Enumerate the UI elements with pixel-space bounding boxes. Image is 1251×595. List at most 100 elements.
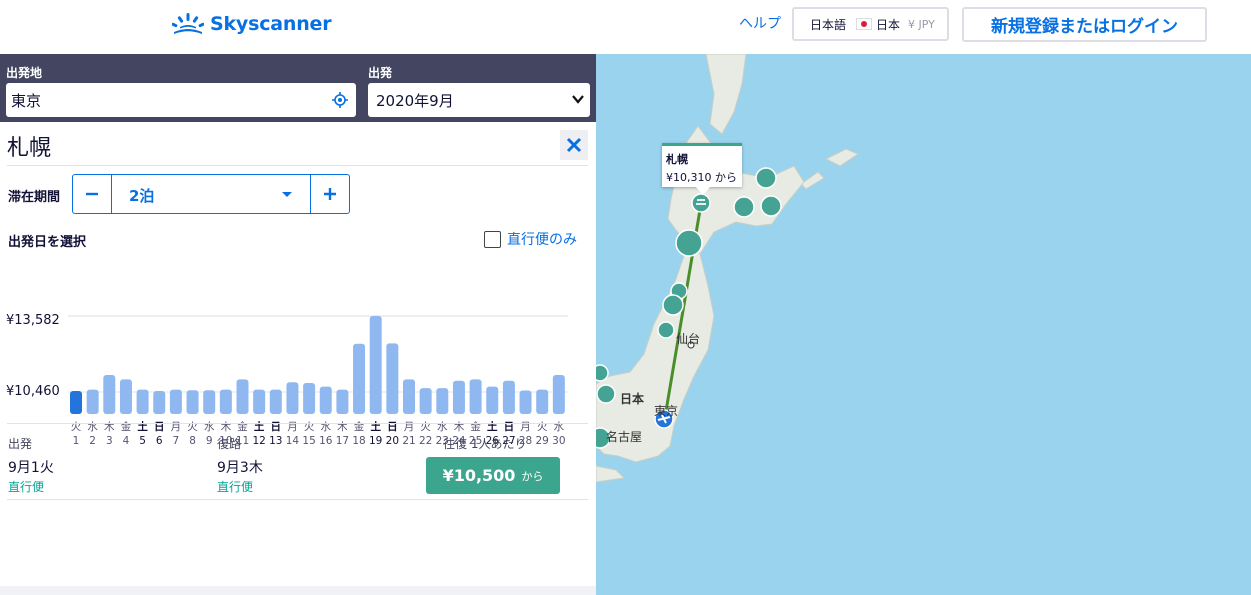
date-label: 5 [139, 435, 146, 447]
divider [7, 423, 588, 424]
date-label: 17 [336, 435, 349, 447]
stay-duration-label: 滞在期間 [8, 190, 61, 205]
map-label-sendai: 仙台 [676, 332, 701, 346]
country-label: 日本 [876, 17, 901, 32]
date-label: 19 [369, 435, 382, 447]
search-bar: 出発地 東京 出発 2020年9月 [0, 54, 596, 122]
divider [7, 165, 588, 166]
price-suffix: から [521, 469, 544, 483]
locate-icon[interactable] [332, 92, 348, 108]
weekday-label: 金 [121, 420, 132, 433]
japan-map [596, 54, 860, 483]
price-bar [236, 379, 249, 414]
currency-label: ¥ JPY [908, 17, 935, 31]
weekday-label: 金 [354, 420, 365, 433]
date-label: 13 [269, 435, 282, 447]
outbound-flight-type: 直行便 [8, 480, 45, 494]
date-label: 2 [89, 435, 96, 447]
date-label: 4 [123, 435, 130, 447]
price-bar [469, 379, 482, 414]
minus-icon [86, 192, 98, 196]
price-bar [536, 389, 549, 414]
price-bar [452, 380, 465, 414]
stay-duration-select[interactable]: 2泊 [112, 175, 310, 213]
tooltip-city: 札幌 [666, 153, 688, 166]
date-label: 7 [173, 435, 180, 447]
skyscanner-logo[interactable]: Skyscanner [172, 10, 332, 38]
price-button[interactable]: ¥10,500 から [426, 457, 560, 494]
price-bar [519, 390, 532, 414]
price-bar [369, 316, 382, 414]
weekday-label: 土 [487, 420, 498, 433]
top-header: Skyscanner ヘルプ 日本語 日本 ¥ JPY 新規登録またはログイン [0, 0, 1251, 54]
price-value: ¥10,500 [442, 466, 516, 485]
price-bar [303, 382, 316, 414]
price-per-person-label: 往復 1人あたり [443, 437, 527, 451]
help-link[interactable]: ヘルプ [739, 13, 781, 33]
date-label: 16 [319, 435, 333, 447]
return-label: 復路 [217, 437, 242, 451]
increase-stay-button[interactable] [310, 175, 349, 213]
panel-footer [0, 586, 596, 595]
close-icon [566, 137, 582, 153]
decrease-stay-button[interactable] [73, 175, 112, 213]
price-bar [436, 388, 449, 414]
date-label: 3 [106, 435, 113, 447]
price-bar [103, 374, 116, 414]
price-bar [502, 380, 515, 414]
login-button[interactable]: 新規登録またはログイン [962, 7, 1207, 42]
date-label: 18 [352, 435, 365, 447]
weekday-label: 土 [137, 420, 148, 433]
destination-title: 札幌 [7, 136, 52, 161]
price-bar [319, 386, 332, 414]
date-label: 29 [536, 435, 549, 447]
close-button[interactable] [560, 130, 588, 160]
price-bar [70, 391, 82, 414]
direct-only-checkbox[interactable] [484, 230, 501, 248]
sunrise-logo-icon [172, 13, 204, 34]
date-label: 1 [73, 435, 80, 447]
depart-label: 出発 [368, 66, 393, 80]
origin-value: 東京 [11, 92, 42, 110]
map-label-japan: 日本 [620, 392, 645, 406]
price-bar [119, 379, 132, 414]
price-bar [552, 374, 565, 414]
depart-month-select[interactable]: 2020年9月 [368, 83, 590, 117]
direct-only-label[interactable]: 直行便のみ [507, 229, 577, 249]
weekday-label: 土 [254, 420, 265, 433]
date-label: 14 [286, 435, 300, 447]
language-label: 日本語 [810, 17, 847, 32]
locale-selector-button[interactable]: 日本語 日本 ¥ JPY [792, 7, 949, 41]
outbound-date: 9月1火 [8, 460, 54, 476]
map-destination-tooltip[interactable]: 札幌 ¥10,310 から [662, 143, 742, 195]
origin-input[interactable]: 東京 [6, 83, 356, 117]
y-tick-label: ¥13,582 [6, 313, 60, 328]
price-bar [169, 389, 182, 414]
weekday-label: 金 [470, 420, 481, 433]
price-bar [186, 390, 199, 414]
date-label: 30 [552, 435, 565, 447]
price-bar [219, 389, 232, 414]
logo-text: Skyscanner [210, 13, 332, 35]
price-bar [353, 343, 366, 414]
price-bar [386, 343, 399, 414]
date-label: 22 [419, 435, 432, 447]
price-bar [153, 391, 166, 414]
return-date: 9月3木 [217, 460, 263, 476]
weekday-label: 金 [237, 420, 248, 433]
caret-down-icon [282, 192, 292, 197]
weekday-label: 土 [370, 420, 381, 433]
chevron-down-icon [572, 95, 584, 104]
depart-month-value: 2020年9月 [376, 92, 454, 110]
price-bar [253, 389, 266, 414]
date-label: 8 [189, 435, 196, 447]
origin-label: 出発地 [6, 66, 43, 80]
price-bar [269, 389, 282, 414]
price-bar-chart: ¥13,582¥10,460火1水2木3金4土5日6月7火8水9木10金11土1… [6, 313, 568, 447]
price-bar [486, 386, 499, 414]
direct-only-toggle[interactable]: 直行便のみ [484, 229, 577, 249]
divider [7, 499, 588, 500]
map-view[interactable]: 仙台 日本 東京 名古屋 [596, 54, 1251, 595]
map-label-tokyo: 東京 [654, 404, 679, 418]
date-label: 6 [156, 435, 163, 447]
